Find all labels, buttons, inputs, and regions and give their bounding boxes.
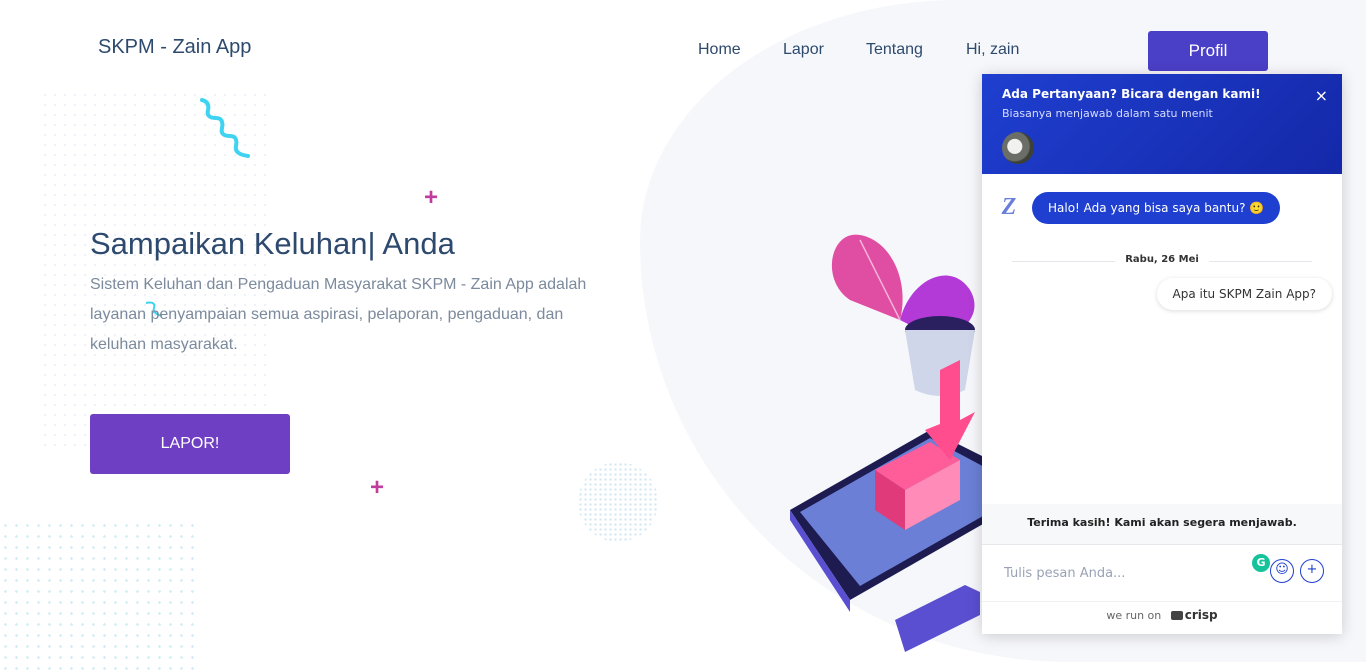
close-icon[interactable]: × xyxy=(1315,86,1328,105)
nav-user-greeting[interactable]: Hi, zain xyxy=(966,41,1019,59)
nav-lapor[interactable]: Lapor xyxy=(783,41,824,59)
chat-message-input[interactable] xyxy=(1002,559,1236,587)
plus-decoration: + xyxy=(370,474,385,501)
powered-by-brand: crisp xyxy=(1184,608,1218,622)
agent-avatar xyxy=(1002,132,1034,164)
dot-pattern-bottom xyxy=(0,520,200,670)
plus-decoration: + xyxy=(424,184,439,211)
lapor-button[interactable]: LAPOR! xyxy=(90,414,290,474)
hero-illustration xyxy=(790,234,990,652)
bot-message: Halo! Ada yang bisa saya bantu? 🙂 xyxy=(1032,192,1281,224)
hero-description: Sistem Keluhan dan Pengaduan Masyarakat … xyxy=(90,276,587,353)
chat-title: Ada Pertanyaan? Bicara dengan kami! xyxy=(1002,87,1261,101)
crisp-logo-icon xyxy=(1170,611,1183,620)
nav-tentang[interactable]: Tentang xyxy=(866,41,923,59)
chat-widget: Ada Pertanyaan? Bicara dengan kami! Bias… xyxy=(982,74,1342,634)
powered-by[interactable]: we run on crisp xyxy=(982,608,1342,622)
profil-button[interactable]: Profil xyxy=(1148,31,1268,71)
add-attachment-icon[interactable]: + xyxy=(1300,559,1324,583)
chat-header: Ada Pertanyaan? Bicara dengan kami! Bias… xyxy=(982,74,1342,174)
grammarly-icon[interactable]: G xyxy=(1252,554,1270,572)
date-separator-label: Rabu, 26 Mei xyxy=(1115,254,1209,265)
brand-logo[interactable]: SKPM - Zain App xyxy=(98,36,251,59)
bot-avatar: Z xyxy=(1001,194,1017,220)
user-message: Apa itu SKPM Zain App? xyxy=(1156,278,1332,310)
powered-by-prefix: we run on xyxy=(1106,609,1162,622)
hero-title: Sampaikan Keluhan| Anda xyxy=(90,226,455,261)
emoji-icon[interactable]: ☺ xyxy=(1270,559,1294,583)
nav-home[interactable]: Home xyxy=(698,41,741,59)
auto-reply-notice: Terima kasih! Kami akan segera menjawab. xyxy=(982,504,1342,544)
date-separator: Rabu, 26 Mei xyxy=(1012,254,1312,268)
chat-subtitle: Biasanya menjawab dalam satu menit xyxy=(1002,107,1213,120)
squiggle-decoration xyxy=(200,98,250,158)
chat-composer: G ☺ + xyxy=(982,544,1342,602)
dot-circle xyxy=(578,462,658,542)
